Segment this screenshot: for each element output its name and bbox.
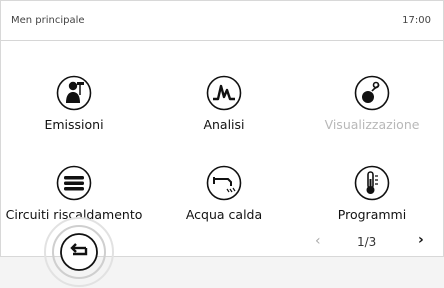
acqua-calda-tile[interactable]: Acqua calda: [149, 165, 299, 235]
back-button[interactable]: [43, 216, 115, 288]
previous-page-button[interactable]: ‹: [315, 233, 321, 249]
emissioni-label: Emissioni: [44, 117, 104, 132]
visualization-icon: [354, 75, 390, 111]
visualizzazione-label: Visualizzazione: [324, 117, 420, 132]
next-page-button[interactable]: ›: [418, 232, 424, 248]
programmi-label: Programmi: [337, 207, 407, 222]
chimney-sweep-icon: [56, 75, 92, 111]
page-title: Men principale: [11, 15, 85, 26]
analysis-graph-icon: [206, 75, 242, 111]
radiator-icon: [56, 165, 92, 201]
visualizzazione-tile[interactable]: Visualizzazione: [297, 75, 444, 145]
screen: Men principale 17:00 Emissioni Analisi V…: [0, 0, 444, 287]
top-bar: Men principale 17:00: [1, 1, 443, 41]
page-indicator: 1/3: [357, 235, 377, 249]
thermometer-icon: [354, 165, 390, 201]
emissioni-tile[interactable]: Emissioni: [0, 75, 149, 145]
analisi-label: Analisi: [203, 117, 245, 132]
analisi-tile[interactable]: Analisi: [149, 75, 299, 145]
acqua-calda-label: Acqua calda: [185, 207, 263, 222]
programmi-tile[interactable]: Programmi: [297, 165, 444, 235]
clock: 17:00: [402, 15, 431, 26]
hot-water-tap-icon: [206, 165, 242, 201]
